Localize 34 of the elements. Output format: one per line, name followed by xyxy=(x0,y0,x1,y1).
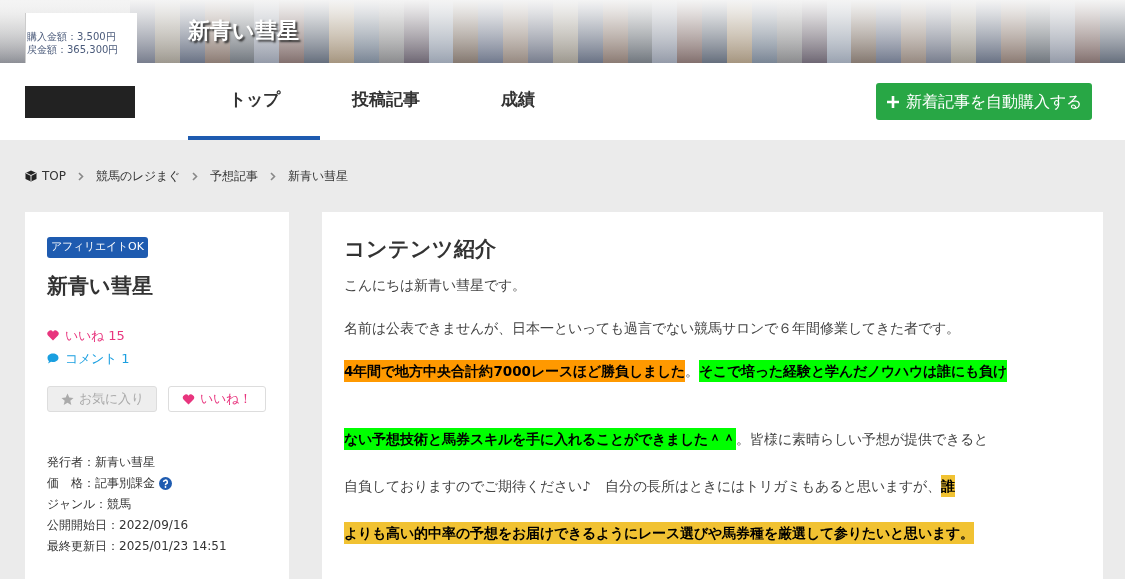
breadcrumb-link[interactable]: 新青い彗星 xyxy=(288,167,348,185)
paragraph-line: 4年間で地方中央合計約7000レースほど勝負しました。そこで培った経験と学んだノウハウは誰にも負け xyxy=(344,359,1081,382)
banner-title: 新青い彗星 xyxy=(188,17,299,45)
heart-icon xyxy=(182,393,195,405)
profile-name: 新青い彗星 xyxy=(47,272,154,300)
nav-tab[interactable]: トップ xyxy=(188,63,320,140)
paragraph: こんにちは新青い彗星です。 xyxy=(344,275,527,295)
speech-bubble-icon xyxy=(47,352,59,364)
nav-tab[interactable]: 投稿記事 xyxy=(320,63,452,140)
affiliate-badge: アフィリエイトOK xyxy=(47,237,148,258)
chevron-icon xyxy=(192,171,198,181)
section-heading: コンテンツ紹介 xyxy=(344,236,497,263)
info-text: 公開開始日：2022/09/16 xyxy=(47,517,189,534)
heart-icon xyxy=(47,330,59,342)
like-button[interactable]: いいね！ xyxy=(168,386,266,412)
help-icon[interactable] xyxy=(159,476,172,490)
info-text: 最終更新日：2025/01/23 14:51 xyxy=(47,538,227,555)
paragraph: 名前は公表できませんが、日本一といっても過言でない競馬サロンで６年間修業してきた者です。 xyxy=(344,318,961,338)
nav-tab[interactable]: 成績 xyxy=(452,63,584,140)
paragraph-line: 自負しておりますのでご期待ください♪ 自分の長所はときにはトリガミもあると思いますが、誰 xyxy=(344,474,1081,497)
inset-text: 戻金額：365,300円 xyxy=(26,43,120,56)
chevron-icon xyxy=(78,171,84,181)
star-icon xyxy=(60,392,74,406)
breadcrumb-link[interactable]: TOP xyxy=(25,167,66,185)
like-count: いいね 15 xyxy=(65,327,125,345)
cube-icon xyxy=(25,170,37,182)
info-text: ジャンル：競馬 xyxy=(47,496,131,513)
breadcrumb-link[interactable]: 競馬のレジまぐ xyxy=(96,167,180,185)
breadcrumb-link[interactable]: 予想記事 xyxy=(210,167,258,185)
chevron-icon xyxy=(270,171,276,181)
inset-text: 購入金額：3,500円 xyxy=(26,30,117,43)
info-text: 価 格：記事別課金 xyxy=(47,475,155,492)
info-text: 発行者：新青い彗星 xyxy=(47,454,155,471)
plus-icon xyxy=(886,94,900,109)
